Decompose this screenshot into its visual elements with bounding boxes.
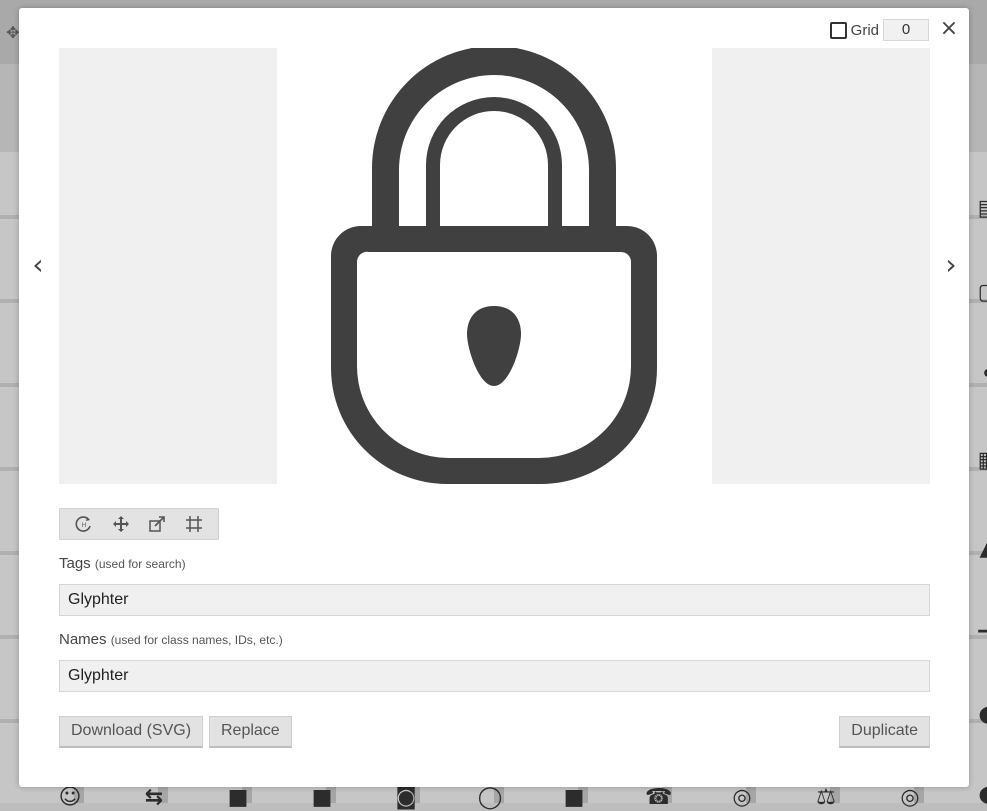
fingerprint-icon: ◎ bbox=[900, 785, 920, 810]
box-icon: ■ bbox=[227, 785, 249, 810]
share-icon: • bbox=[975, 362, 987, 388]
grid-control: Grid 0 bbox=[829, 18, 929, 42]
replace-button[interactable]: Replace bbox=[209, 716, 292, 748]
grid-checkbox[interactable] bbox=[829, 21, 847, 39]
resize-icon[interactable] bbox=[145, 512, 169, 536]
badge-icon: ◯ bbox=[477, 785, 503, 810]
tags-input[interactable]: Glyphter bbox=[59, 584, 930, 616]
glyph-editor-modal: Grid 0 × ‹ › H Tags (used for search) Gl… bbox=[19, 8, 969, 787]
triangle-icon: ▲ bbox=[975, 536, 987, 562]
calendar-icon: ▦ bbox=[975, 448, 987, 474]
tags-label: Tags (used for search) bbox=[59, 555, 186, 572]
globe-icon: ◎ bbox=[732, 785, 752, 810]
next-glyph-preview[interactable] bbox=[712, 48, 930, 484]
tag-icon: ● bbox=[975, 782, 987, 808]
names-label-text: Names bbox=[59, 631, 107, 648]
names-hint: (used for class names, IDs, etc.) bbox=[110, 633, 283, 647]
svg-text:H: H bbox=[82, 522, 87, 529]
ball-icon: ● bbox=[975, 702, 987, 728]
square-icon: ■ bbox=[311, 785, 333, 810]
grid-size-input[interactable]: 0 bbox=[883, 19, 929, 41]
minus-icon: — bbox=[975, 618, 987, 644]
face-icon: ☺ bbox=[58, 785, 82, 810]
previous-glyph-preview[interactable] bbox=[59, 48, 277, 484]
names-label: Names (used for class names, IDs, etc.) bbox=[59, 631, 283, 648]
close-button[interactable]: × bbox=[939, 17, 959, 41]
lock-icon bbox=[331, 48, 657, 484]
flag-icon: ■ bbox=[563, 785, 585, 810]
download-svg-button[interactable]: Download (SVG) bbox=[59, 716, 204, 748]
rotate-icon[interactable]: H bbox=[72, 512, 96, 536]
phone-icon: ☎ bbox=[645, 785, 673, 810]
scale-icon: ⚖ bbox=[816, 785, 836, 810]
move-icon[interactable] bbox=[109, 512, 133, 536]
grid-label: Grid bbox=[850, 21, 879, 39]
user-icon: ◙ bbox=[395, 785, 417, 810]
names-input[interactable]: Glyphter bbox=[59, 660, 930, 692]
duplicate-button[interactable]: Duplicate bbox=[839, 716, 930, 748]
clipboard-icon: ▤ bbox=[975, 196, 987, 222]
transfer-icon: ⇆ bbox=[144, 785, 164, 810]
previous-glyph-button[interactable]: ‹ bbox=[28, 250, 48, 280]
next-glyph-button[interactable]: › bbox=[941, 250, 961, 280]
crop-grid-icon[interactable] bbox=[182, 512, 206, 536]
document-icon: ▢ bbox=[975, 280, 987, 306]
tags-label-text: Tags bbox=[59, 555, 91, 572]
tags-hint: (used for search) bbox=[94, 557, 186, 571]
transform-toolbar: H bbox=[59, 508, 219, 540]
